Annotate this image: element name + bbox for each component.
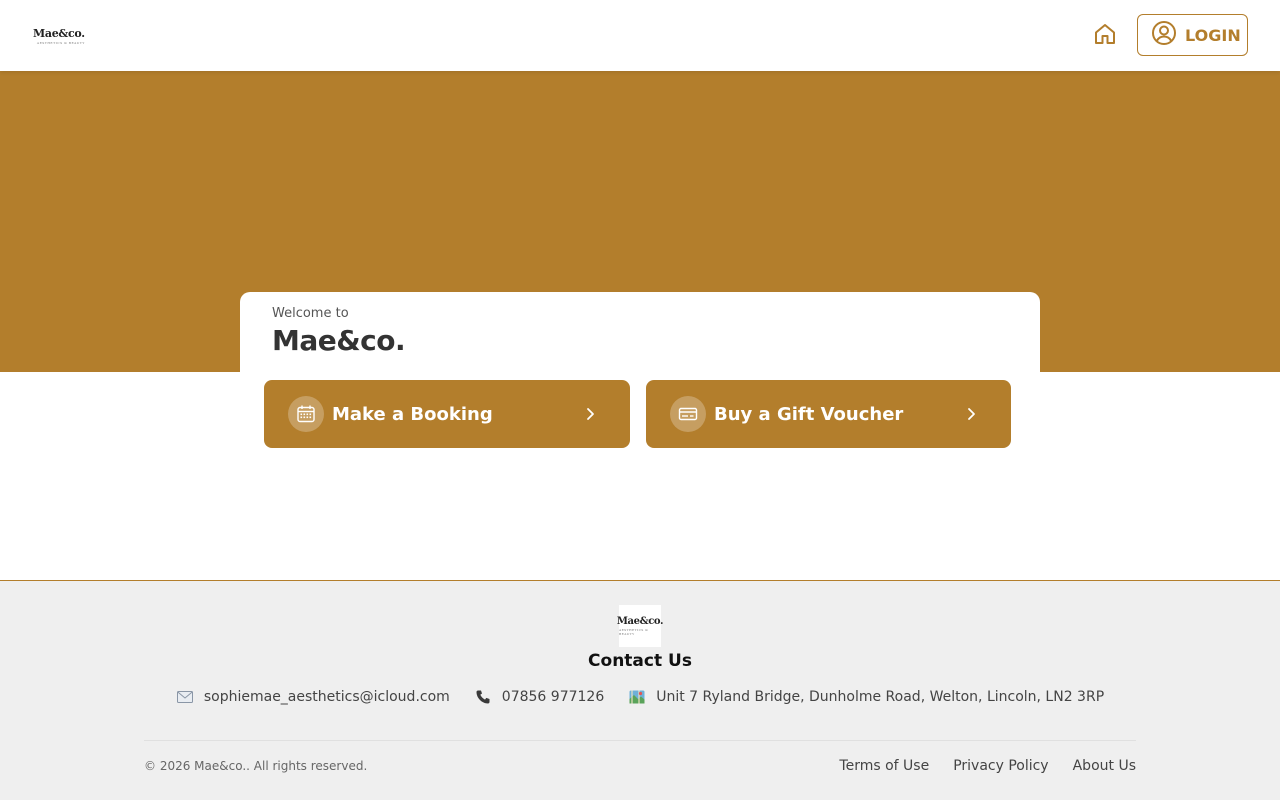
envelope-icon <box>176 688 194 706</box>
login-button[interactable]: LOGIN <box>1137 14 1248 56</box>
buy-gift-voucher-label: Buy a Gift Voucher <box>714 403 904 425</box>
terms-of-use-link[interactable]: Terms of Use <box>839 758 929 774</box>
brand-logo[interactable]: Mae&co. AESTHETICS & BEAUTY <box>33 27 85 45</box>
home-icon <box>1093 22 1117 50</box>
footer-logo-tag: AESTHETICS & BEAUTY <box>619 628 649 636</box>
contact-phone-text: 07856 977126 <box>501 689 605 705</box>
top-header: Mae&co. AESTHETICS & BEAUTY LOGIN <box>0 0 1280 71</box>
contact-address[interactable]: Unit 7 Ryland Bridge, Dunholme Road, Wel… <box>628 688 1104 706</box>
user-circle-icon <box>1151 20 1177 50</box>
about-us-link[interactable]: About Us <box>1073 758 1136 774</box>
site-footer: Mae&co. AESTHETICS & BEAUTY Contact Us s… <box>0 580 1280 800</box>
welcome-subtitle: Welcome to <box>272 306 349 321</box>
footer-logo-text: Mae&co. <box>616 616 664 627</box>
contact-email[interactable]: sophiemae_aesthetics@icloud.com <box>176 688 450 706</box>
make-booking-label: Make a Booking <box>332 403 493 425</box>
footer-logo: Mae&co. AESTHETICS & BEAUTY <box>616 605 664 647</box>
brand-logo-tag: AESTHETICS & BEAUTY <box>36 41 85 45</box>
calendar-icon <box>288 396 324 432</box>
phone-icon <box>474 688 492 706</box>
login-label: LOGIN <box>1185 25 1241 45</box>
home-button[interactable] <box>1090 21 1120 51</box>
contact-address-text: Unit 7 Ryland Bridge, Dunholme Road, Wel… <box>656 689 1105 705</box>
credit-card-icon <box>670 396 706 432</box>
welcome-card: Welcome to Mae&co. <box>240 292 1040 372</box>
contact-details: sophiemae_aesthetics@icloud.com 07856 97… <box>0 688 1280 706</box>
footer-divider <box>144 740 1136 741</box>
privacy-policy-link[interactable]: Privacy Policy <box>953 758 1048 774</box>
chevron-right-icon <box>570 394 610 434</box>
welcome-title: Mae&co. <box>272 324 406 357</box>
buy-gift-voucher-button[interactable]: Buy a Gift Voucher <box>646 380 1011 448</box>
make-booking-button[interactable]: Make a Booking <box>264 380 630 448</box>
brand-logo-text: Mae&co. <box>33 27 85 40</box>
footer-links: Terms of Use Privacy Policy About Us <box>839 758 1136 774</box>
contact-title: Contact Us <box>588 651 692 671</box>
contact-phone[interactable]: 07856 977126 <box>474 688 604 706</box>
copyright-text: © 2026 Mae&co.. All rights reserved. <box>144 759 368 773</box>
map-icon <box>628 688 646 706</box>
chevron-right-icon <box>951 394 991 434</box>
contact-email-text: sophiemae_aesthetics@icloud.com <box>203 689 450 705</box>
